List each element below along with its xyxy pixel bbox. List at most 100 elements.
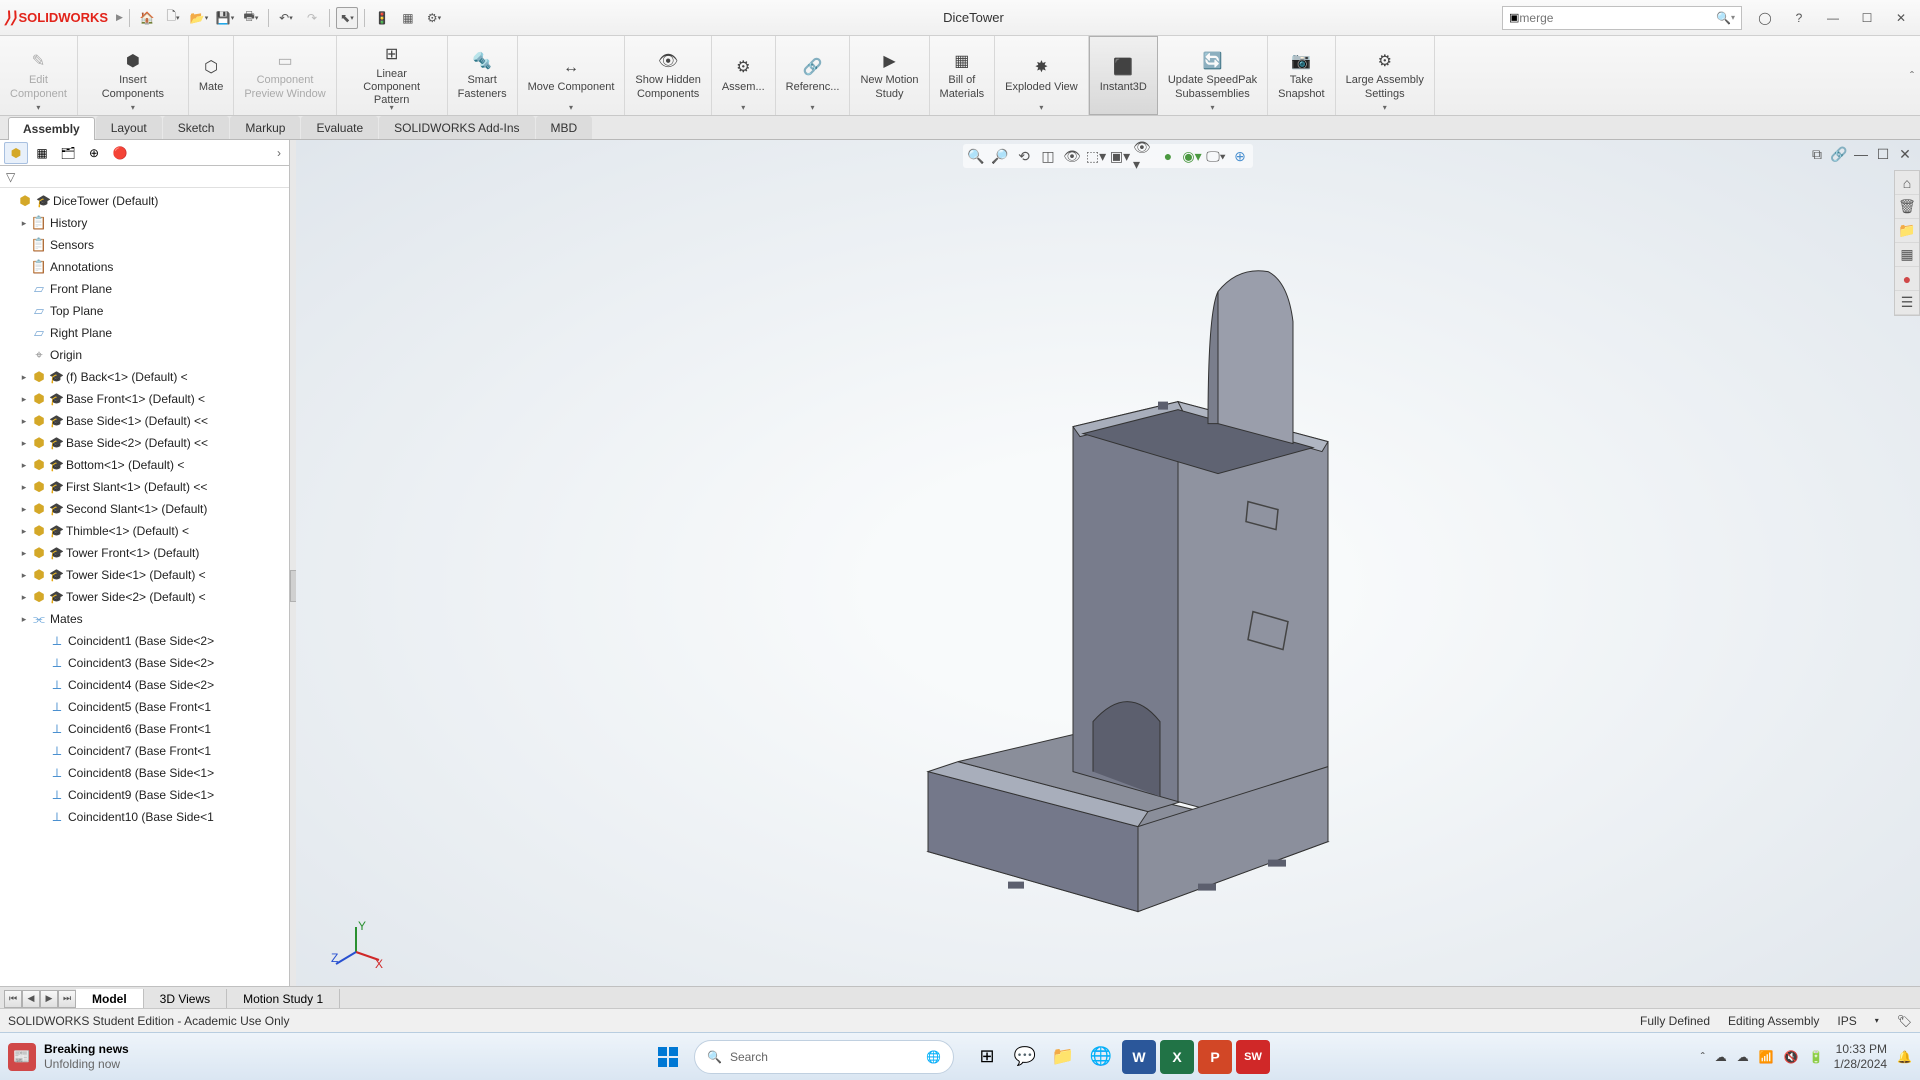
bottom-tab-3d-views[interactable]: 3D Views xyxy=(144,989,227,1009)
explorer-icon[interactable]: 📁 xyxy=(1046,1040,1080,1074)
options-icon[interactable]: ▦ xyxy=(397,7,419,29)
tree-item[interactable]: ⌖Origin xyxy=(0,344,289,366)
dropdown-icon[interactable]: ▾ xyxy=(1210,103,1214,113)
minimize-button[interactable]: — xyxy=(1818,6,1848,30)
redo-button[interactable]: ↷ xyxy=(301,7,323,29)
teams-icon[interactable]: 💬 xyxy=(1008,1040,1042,1074)
tp-custom-props-icon[interactable]: ☰ xyxy=(1895,291,1919,315)
dropdown-icon[interactable]: ▾ xyxy=(131,103,135,113)
excel-icon[interactable]: X xyxy=(1160,1040,1194,1074)
ribbon-bill-of-materials[interactable]: ▦Bill ofMaterials xyxy=(930,36,996,115)
edit-appearance-icon[interactable]: ● xyxy=(1157,146,1179,166)
dropdown-icon[interactable]: ▾ xyxy=(811,103,815,113)
tree-item[interactable]: ▸📋History xyxy=(0,212,289,234)
status-tag-icon[interactable]: 🏷 xyxy=(1897,1014,1912,1028)
bottom-tab-model[interactable]: Model xyxy=(76,989,144,1009)
wifi-icon[interactable]: 📶 xyxy=(1759,1050,1774,1064)
save-button[interactable]: 💾▾ xyxy=(214,7,236,29)
expand-icon[interactable]: ▸ xyxy=(18,482,30,493)
user-icon[interactable]: ◯ xyxy=(1750,6,1780,30)
ribbon-show-hidden-components[interactable]: 👁Show HiddenComponents xyxy=(625,36,711,115)
vp-link-icon[interactable]: 🔗 xyxy=(1828,144,1850,164)
tree-item[interactable]: ⟂Coincident6 (Base Front<1 xyxy=(0,718,289,740)
search-box[interactable]: ▣ 🔍 ▾ xyxy=(1502,6,1742,30)
tree-item[interactable]: ▱Front Plane xyxy=(0,278,289,300)
tree-item[interactable]: ⟂Coincident1 (Base Side<2> xyxy=(0,630,289,652)
vp-maximize-icon[interactable]: ☐ xyxy=(1872,144,1894,164)
expand-icon[interactable]: ▸ xyxy=(18,460,30,471)
display-manager-tab[interactable]: 🔴 xyxy=(108,142,132,164)
collapse-ribbon-icon[interactable]: ˆ xyxy=(1910,69,1914,83)
tree-item[interactable]: ▸⬢🎓Base Front<1> (Default) < xyxy=(0,388,289,410)
word-icon[interactable]: W xyxy=(1122,1040,1156,1074)
zoom-area-icon[interactable]: 🔎 xyxy=(989,146,1011,166)
sidebar-expand-icon[interactable]: › xyxy=(273,146,285,160)
bottom-tab-motion-study-1[interactable]: Motion Study 1 xyxy=(227,989,340,1009)
next-sheet-icon[interactable]: ▶ xyxy=(40,990,58,1008)
expand-icon[interactable]: ▸ xyxy=(18,548,30,559)
help-button[interactable]: ? xyxy=(1784,6,1814,30)
expand-icon[interactable]: ▸ xyxy=(18,592,30,603)
tp-file-explorer-icon[interactable]: 📁 xyxy=(1895,219,1919,243)
tree-item[interactable]: 📋Sensors xyxy=(0,234,289,256)
vp-close-icon[interactable]: ✕ xyxy=(1894,144,1916,164)
ribbon-instant-d[interactable]: ⬛Instant3D xyxy=(1089,36,1158,115)
dropdown-icon[interactable]: ▾ xyxy=(569,103,573,113)
feature-tree[interactable]: ⬢🎓DiceTower (Default) ▸📋History📋Sensors📋… xyxy=(0,188,289,1016)
tree-item[interactable]: ⟂Coincident3 (Base Side<2> xyxy=(0,652,289,674)
tree-item[interactable]: ⟂Coincident7 (Base Front<1 xyxy=(0,740,289,762)
expand-icon[interactable]: ▸ xyxy=(18,372,30,383)
tree-item[interactable]: ▸⬢🎓Second Slant<1> (Default) xyxy=(0,498,289,520)
tree-item[interactable]: ⟂Coincident9 (Base Side<1> xyxy=(0,784,289,806)
ribbon-move-component[interactable]: ↔Move Component▾ xyxy=(518,36,626,115)
battery-icon[interactable]: 🔋 xyxy=(1809,1050,1824,1064)
ribbon-linear-component-pattern[interactable]: ⊞Linear Component Pattern▾ xyxy=(337,36,448,115)
status-dd-icon[interactable]: ▾ xyxy=(1875,1016,1879,1025)
tree-item[interactable]: ▸⬢🎓Thimble<1> (Default) < xyxy=(0,520,289,542)
print-button[interactable]: 🖶▾ xyxy=(240,7,262,29)
tree-root[interactable]: ⬢🎓DiceTower (Default) xyxy=(0,190,289,212)
ribbon-update-speedpak-subassemblies[interactable]: 🔄Update SpeedPakSubassemblies▾ xyxy=(1158,36,1268,115)
tree-item[interactable]: ▸⬢🎓First Slant<1> (Default) << xyxy=(0,476,289,498)
tab-sketch[interactable]: Sketch xyxy=(163,116,230,139)
dimexpert-tab[interactable]: ⊕ xyxy=(82,142,106,164)
dropdown-icon[interactable]: ▾ xyxy=(1383,103,1387,113)
ribbon-exploded-view[interactable]: ✸Exploded View▾ xyxy=(995,36,1089,115)
tab-markup[interactable]: Markup xyxy=(230,116,300,139)
view-orientation-icon[interactable]: ⬚▾ xyxy=(1085,146,1107,166)
open-button[interactable]: 📂▾ xyxy=(188,7,210,29)
status-units[interactable]: IPS xyxy=(1837,1014,1856,1028)
start-button[interactable] xyxy=(650,1039,686,1075)
view-settings-icon[interactable]: 🖵▾ xyxy=(1205,146,1227,166)
tree-item[interactable]: ▸⬢🎓Tower Side<1> (Default) < xyxy=(0,564,289,586)
maximize-button[interactable]: ☐ xyxy=(1852,6,1882,30)
tp-design-library-icon[interactable]: 🗑 xyxy=(1895,195,1919,219)
tree-item[interactable]: ▸⬢🎓Base Side<2> (Default) << xyxy=(0,432,289,454)
dropdown-icon[interactable]: ▾ xyxy=(390,103,394,113)
last-sheet-icon[interactable]: ⏭ xyxy=(58,990,76,1008)
property-manager-tab[interactable]: ▦ xyxy=(30,142,54,164)
expand-icon[interactable]: ▸ xyxy=(18,570,30,581)
display-style-icon[interactable]: ▣▾ xyxy=(1109,146,1131,166)
edge-icon[interactable]: 🌐 xyxy=(1084,1040,1118,1074)
tab-solidworks-add-ins[interactable]: SOLIDWORKS Add-Ins xyxy=(379,116,534,139)
search-input[interactable] xyxy=(1519,11,1716,25)
tp-view-palette-icon[interactable]: ▦ xyxy=(1895,243,1919,267)
dynamic-annotation-icon[interactable]: 👁 xyxy=(1061,146,1083,166)
clock[interactable]: 10:33 PM 1/28/2024 xyxy=(1834,1042,1887,1071)
tab-evaluate[interactable]: Evaluate xyxy=(301,116,378,139)
tree-item[interactable]: ▸⬢🎓Tower Side<2> (Default) < xyxy=(0,586,289,608)
viewport[interactable]: 🔍 🔎 ⟲ ◫ 👁 ⬚▾ ▣▾ 👁▾ ● ◉▾ 🖵▾ ⊕ ⧉ 🔗 — ☐ ✕ ⌂… xyxy=(296,140,1920,1032)
tree-item[interactable]: ⟂Coincident4 (Base Side<2> xyxy=(0,674,289,696)
first-sheet-icon[interactable]: ⏮ xyxy=(4,990,22,1008)
dropdown-icon[interactable]: ▾ xyxy=(741,103,745,113)
vp-minimize-icon[interactable]: — xyxy=(1850,144,1872,164)
ribbon-take-snapshot[interactable]: 📷TakeSnapshot xyxy=(1268,36,1335,115)
feature-tree-tab[interactable]: ⬢ xyxy=(4,142,28,164)
apply-scene-icon[interactable]: ◉▾ xyxy=(1181,146,1203,166)
expand-icon[interactable]: ▸ xyxy=(18,416,30,427)
tab-layout[interactable]: Layout xyxy=(96,116,162,139)
task-view-icon[interactable]: ⊞ xyxy=(970,1040,1004,1074)
section-view-icon[interactable]: ◫ xyxy=(1037,146,1059,166)
expand-icon[interactable]: ▸ xyxy=(18,526,30,537)
